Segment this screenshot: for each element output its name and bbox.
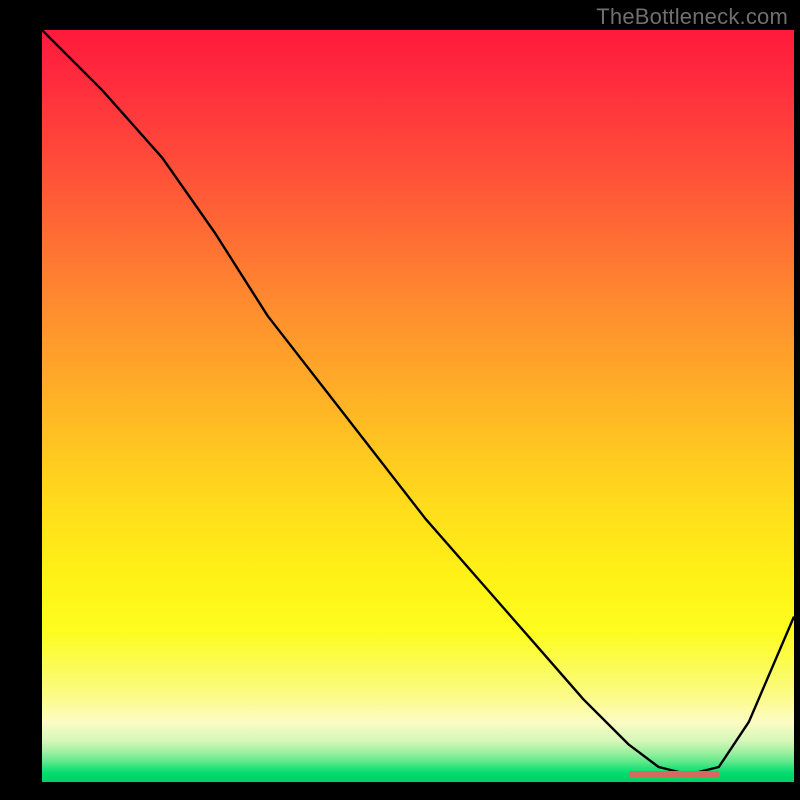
chart-frame: TheBottleneck.com <box>0 0 800 800</box>
watermark-text: TheBottleneck.com <box>596 4 788 30</box>
bottleneck-curve <box>42 30 794 782</box>
plot-area <box>42 30 794 782</box>
curve-path <box>42 30 794 775</box>
optimal-range-marker <box>629 771 719 777</box>
